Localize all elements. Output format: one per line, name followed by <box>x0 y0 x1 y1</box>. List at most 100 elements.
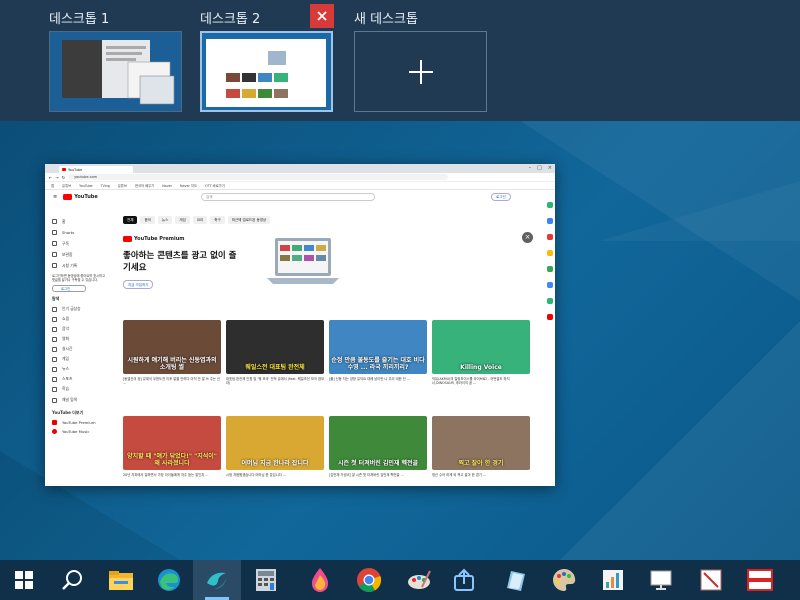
taskbar-monitor-app[interactable] <box>637 560 685 600</box>
taskbar-calculator[interactable] <box>242 560 290 600</box>
chip[interactable]: 게임 <box>175 216 190 224</box>
bookmark-item[interactable]: TVing <box>101 184 110 188</box>
bookmark-item[interactable]: 앱 <box>51 183 54 188</box>
promo-dismiss-icon[interactable]: × <box>522 232 533 243</box>
video-card[interactable]: 어머님 지금 한나라 잡니다 시청 처음뵙겠습니다 어머님 한 분입니다 ... <box>226 416 324 486</box>
bookmark-item[interactable]: 유튜브 <box>62 183 71 188</box>
promo-join-button[interactable]: 지금 가입하기 <box>123 280 154 289</box>
sidebar-item-music-app[interactable]: YouTube Music <box>49 427 111 436</box>
sidebar-item-subscriptions[interactable]: 구독 <box>49 238 111 249</box>
chip[interactable]: 축구 <box>210 216 225 224</box>
video-thumbnail[interactable]: 시원하게 얘기해 버리는 신동엽과의 소개팅 썰 <box>123 320 221 374</box>
extension-icon[interactable] <box>546 202 553 208</box>
taskbar-edge[interactable] <box>145 560 193 600</box>
sidebar-item-browse-channels[interactable]: 채널 탐색 <box>49 394 111 406</box>
sidebar-item-shorts[interactable]: Shorts <box>49 227 111 238</box>
browser-tab[interactable]: YouTube <box>59 166 133 173</box>
extension-icon[interactable] <box>546 234 553 240</box>
back-icon[interactable]: ← <box>49 175 52 180</box>
video-card[interactable]: Killing Voice 악뮤(AKMU)의 킬링보이스를 라이브로! - 어… <box>432 320 530 393</box>
extension-icon[interactable] <box>546 298 553 304</box>
video-title[interactable]: 20년 치과에서 일하면서 가장 아이들에게 자주 듣는 말인지 ... <box>123 473 221 486</box>
extension-icon[interactable] <box>546 218 553 224</box>
youtube-search-input[interactable]: 검색 <box>201 193 375 201</box>
chip[interactable]: 요리 <box>192 216 208 224</box>
bookmark-item[interactable]: Naver <box>162 184 172 188</box>
taskbar-app-active[interactable] <box>193 560 241 600</box>
sidebar-item-music[interactable]: 음악 <box>49 324 111 334</box>
video-title[interactable]: 정신 수어 하게 되 찍고 잘아 한 경기 ... <box>432 473 530 486</box>
video-title[interactable]: [동엽신의 정] 유재석 무한도전 이후 말을 안하다 아직 안 말 쓰 주는 … <box>123 377 221 393</box>
window-close-icon[interactable]: × <box>548 165 552 171</box>
video-thumbnail[interactable]: 시즌 첫 터져버린 김민재 헥전골 <box>329 416 427 470</box>
taskbar-palette-app[interactable] <box>540 560 588 600</box>
bookmark-item[interactable]: 유튜브 <box>118 183 127 188</box>
video-thumbnail[interactable]: 웨일스전 대표팀 완전체 <box>226 320 324 374</box>
forward-icon[interactable]: → <box>55 175 58 180</box>
video-card[interactable]: 순정 만큼 불동도를 즐기는 대호 비다 수영 ... 라국 끼리끼리? [풀]… <box>329 320 427 393</box>
video-thumbnail[interactable]: 어머님 지금 한나라 잡니다 <box>226 416 324 470</box>
new-desktop-button[interactable] <box>354 31 487 112</box>
taskbar-file-explorer[interactable] <box>97 560 145 600</box>
desktop-1-thumbnail[interactable] <box>49 31 182 112</box>
sidebar-item-sports[interactable]: 스포츠 <box>49 374 111 384</box>
taskbar-paint-app[interactable] <box>296 560 344 600</box>
video-card[interactable]: 웨일스전 대표팀 완전체 대표팀 완전체 인원 및 '웨 모국' 전적 유에서 … <box>226 320 324 393</box>
video-thumbnail[interactable]: 찍고 잘아 한 경기 <box>432 416 530 470</box>
bookmark-item[interactable]: 한국어 배우기 <box>135 183 154 188</box>
sidebar-item-home[interactable]: 홈 <box>49 216 111 227</box>
sidebar-item-premium[interactable]: YouTube Premium <box>49 418 111 427</box>
reload-icon[interactable]: ↻ <box>62 175 65 180</box>
video-card[interactable]: 시즌 첫 터져버린 김민재 헥전골 [김민재 가성비] 잘 시즌 첫 터져버린 … <box>329 416 427 486</box>
search-button[interactable] <box>48 560 96 600</box>
video-card[interactable]: 시원하게 얘기해 버리는 신동엽과의 소개팅 썰 [동엽신의 정] 유재석 무한… <box>123 320 221 393</box>
sidebar-item-shopping[interactable]: 쇼핑 <box>49 314 111 324</box>
chip[interactable]: 최근에 업로드된 동영상 <box>227 216 271 224</box>
taskbar-upload-tool[interactable] <box>440 560 488 600</box>
url-field[interactable]: youtube.com <box>68 174 449 180</box>
sidebar-item-library[interactable]: 보관함 <box>49 249 111 260</box>
video-title[interactable]: 대표팀 완전체 인원 및 '웨 모국' 전적 유에서 (feat. 웨일즈전 모… <box>226 377 324 393</box>
maximize-icon[interactable]: □ <box>537 165 542 171</box>
video-thumbnail[interactable]: 양치할 때 "얘가 닦었다!" "지석이" 왜 사라졌니다 <box>123 416 221 470</box>
sidebar-item-live[interactable]: 실시간 <box>49 344 111 354</box>
desktop-2-thumbnail[interactable] <box>200 31 333 112</box>
close-desktop-2-button[interactable] <box>310 4 334 28</box>
taskbar-chart-app[interactable] <box>589 560 637 600</box>
sidebar-item-gaming[interactable]: 게임 <box>49 354 111 364</box>
taskbar-red-window-app[interactable] <box>736 560 784 600</box>
chrome-window-preview[interactable]: YouTube – □ × ← → ↻ youtube.com 앱 유튜브 Yo… <box>45 164 555 486</box>
extension-icon[interactable] <box>546 250 553 256</box>
sidebar-item-learning[interactable]: 학습 <box>49 384 111 394</box>
video-thumbnail[interactable]: Killing Voice <box>432 320 530 374</box>
taskbar-chrome[interactable] <box>345 560 393 600</box>
youtube-login-button[interactable]: 로그인 <box>491 193 511 201</box>
extension-icon[interactable] <box>546 314 553 320</box>
video-card[interactable]: 양치할 때 "얘가 닦었다!" "지석이" 왜 사라졌니다 20년 치과에서 일… <box>123 416 221 486</box>
bookmark-item[interactable]: YouTube <box>79 184 92 188</box>
minimize-icon[interactable]: – <box>529 165 532 171</box>
sidebar-login-button[interactable]: 로그인 <box>52 285 86 293</box>
menu-icon[interactable]: ≡ <box>53 194 57 200</box>
youtube-logo[interactable]: YouTube <box>63 194 98 200</box>
chip-all[interactable]: 전체 <box>123 216 138 224</box>
chip[interactable]: 음악 <box>140 216 155 224</box>
extension-icon[interactable] <box>546 282 553 288</box>
start-button[interactable] <box>0 560 48 600</box>
extension-icon[interactable] <box>546 266 553 272</box>
taskbar-pen-app[interactable] <box>687 560 735 600</box>
video-title[interactable]: [김민재 가성비] 잘 시즌 첫 터져버린 김민재 헥전골 ... <box>329 473 427 486</box>
video-card[interactable]: 찍고 잘아 한 경기 정신 수어 하게 되 찍고 잘아 한 경기 ... <box>432 416 530 486</box>
sidebar-item-trending[interactable]: 인기 급상승 <box>49 304 111 314</box>
sidebar-item-movies[interactable]: 영화 <box>49 334 111 344</box>
video-thumbnail[interactable]: 순정 만큼 불동도를 즐기는 대호 비다 수영 ... 라국 끼리끼리? <box>329 320 427 374</box>
video-title[interactable]: 시청 처음뵙겠습니다 어머님 한 분입니다 ... <box>226 473 324 486</box>
bookmark-item[interactable]: Naver 지도 <box>180 183 197 188</box>
sidebar-item-news[interactable]: 뉴스 <box>49 364 111 374</box>
sidebar-item-history[interactable]: 시청 기록 <box>49 260 111 271</box>
bookmark-item[interactable]: OTT 바로가기 <box>205 183 225 188</box>
video-title[interactable]: [풀] 신동 지는 양방 유익요 대에 남이만 나 우리 대한 단 ... <box>329 377 427 393</box>
taskbar-notes-app[interactable] <box>491 560 539 600</box>
chip[interactable]: 뉴스 <box>157 216 173 224</box>
video-title[interactable]: 악뮤(AKMU)의 킬링보이스를 라이브로! - 어떤말도 하지 너,DINOS… <box>432 377 530 393</box>
